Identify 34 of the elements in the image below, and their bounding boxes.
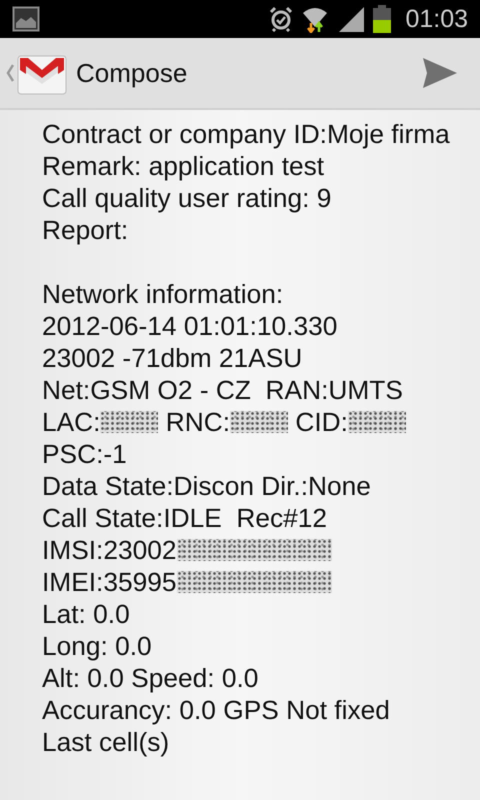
message-text: Call quality user rating: 9 bbox=[42, 182, 332, 214]
message-text: 23002 -71dbm 21ASU bbox=[42, 342, 302, 374]
battery-icon bbox=[373, 5, 392, 33]
wifi-icon bbox=[301, 5, 330, 33]
message-text: Contract or company ID:Moje firma bbox=[42, 118, 450, 150]
pixelated-redaction bbox=[100, 411, 158, 433]
message-text: Remark: application test bbox=[42, 150, 324, 182]
message-text: LAC: bbox=[42, 406, 100, 438]
send-icon bbox=[422, 57, 458, 89]
message-text: 2012-06-14 01:01:10.330 bbox=[42, 310, 338, 342]
status-time: 01:03 bbox=[405, 4, 468, 34]
message-text: CID: bbox=[294, 406, 348, 438]
message-text: PSC:-1 bbox=[42, 438, 127, 470]
pixelated-redaction bbox=[230, 411, 288, 433]
pixelated-redaction bbox=[348, 411, 406, 433]
message-text: Long: 0.0 bbox=[42, 630, 152, 662]
back-caret-icon bbox=[6, 64, 14, 82]
message-text: Report: bbox=[42, 214, 128, 246]
message-text: Net:GSM O2 - CZ RAN:UMTS bbox=[42, 374, 403, 406]
message-text: Lat: 0.0 bbox=[42, 598, 130, 630]
message-text: Call State:IDLE Rec#12 bbox=[42, 502, 328, 534]
message-text: Data State:Discon Dir.:None bbox=[42, 470, 371, 502]
message-text: Alt: 0.0 Speed: 0.0 bbox=[42, 662, 258, 694]
message-text: IMEI:35995 bbox=[42, 566, 176, 598]
message-text: Accurancy: 0.0 GPS Not fixed bbox=[42, 694, 390, 726]
send-button[interactable] bbox=[422, 57, 458, 89]
screen-title: Compose bbox=[76, 58, 188, 88]
signal-icon bbox=[337, 5, 366, 33]
message-text: RNC: bbox=[164, 406, 230, 438]
gallery-icon bbox=[12, 6, 40, 32]
message-text: IMSI:23002 bbox=[42, 534, 176, 566]
message-text: Last cell(s) bbox=[42, 726, 170, 758]
message-text: Network information: bbox=[42, 278, 284, 310]
alarm-clock-icon bbox=[269, 6, 294, 32]
